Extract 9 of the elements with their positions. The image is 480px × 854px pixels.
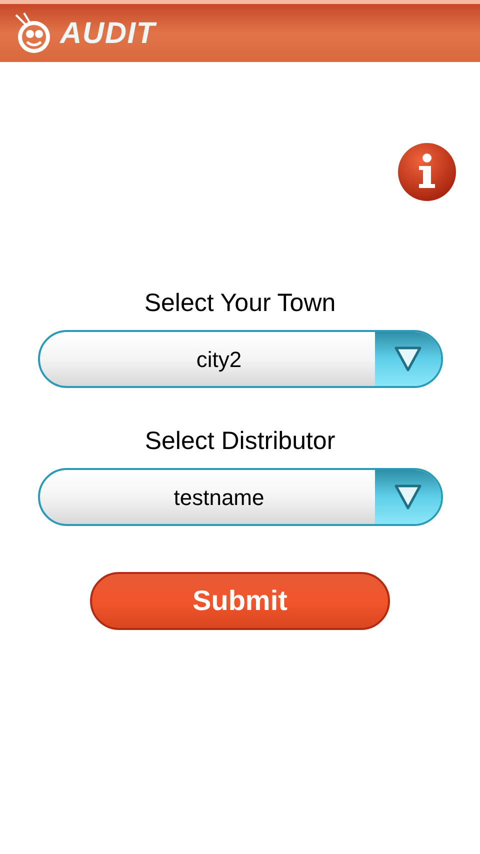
logo-text: AUDIT xyxy=(60,16,156,52)
dropdown-arrow-icon xyxy=(394,484,422,510)
submit-button[interactable]: Submit xyxy=(90,572,390,630)
info-icon[interactable] xyxy=(397,142,457,202)
field-label: Select Your Town xyxy=(144,288,336,318)
field-label: Select Distributor xyxy=(144,426,336,456)
dropdown-arrow-icon xyxy=(394,346,422,372)
dropdown[interactable]: city2 xyxy=(38,330,442,388)
dropdown[interactable]: testname xyxy=(38,468,442,526)
